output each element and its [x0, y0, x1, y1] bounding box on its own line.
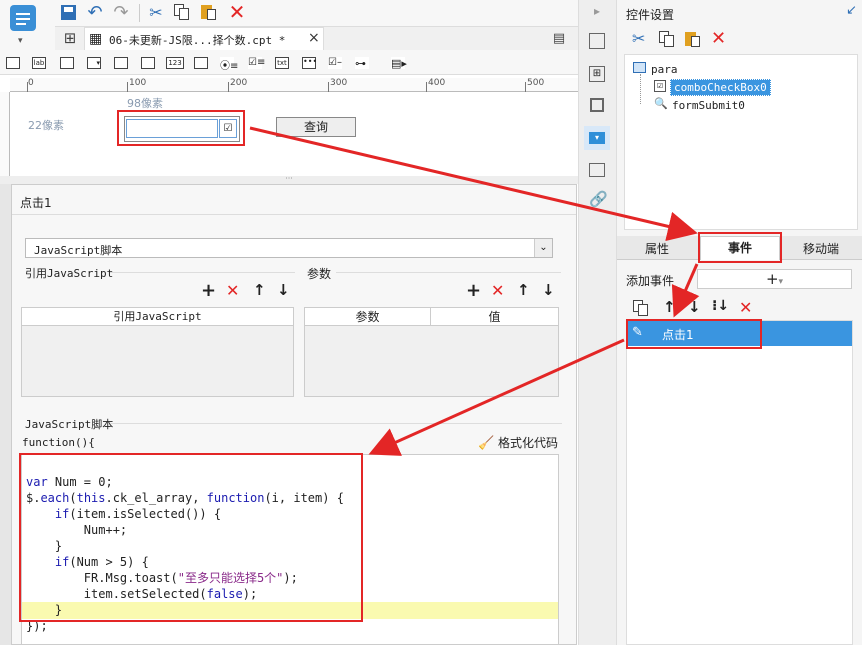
- arrow-item-to-code: [368, 338, 625, 456]
- annotation-arrows: [249, 126, 700, 456]
- arrow-events-to-item: [671, 263, 700, 318]
- arrow-combo-to-events: [249, 126, 698, 242]
